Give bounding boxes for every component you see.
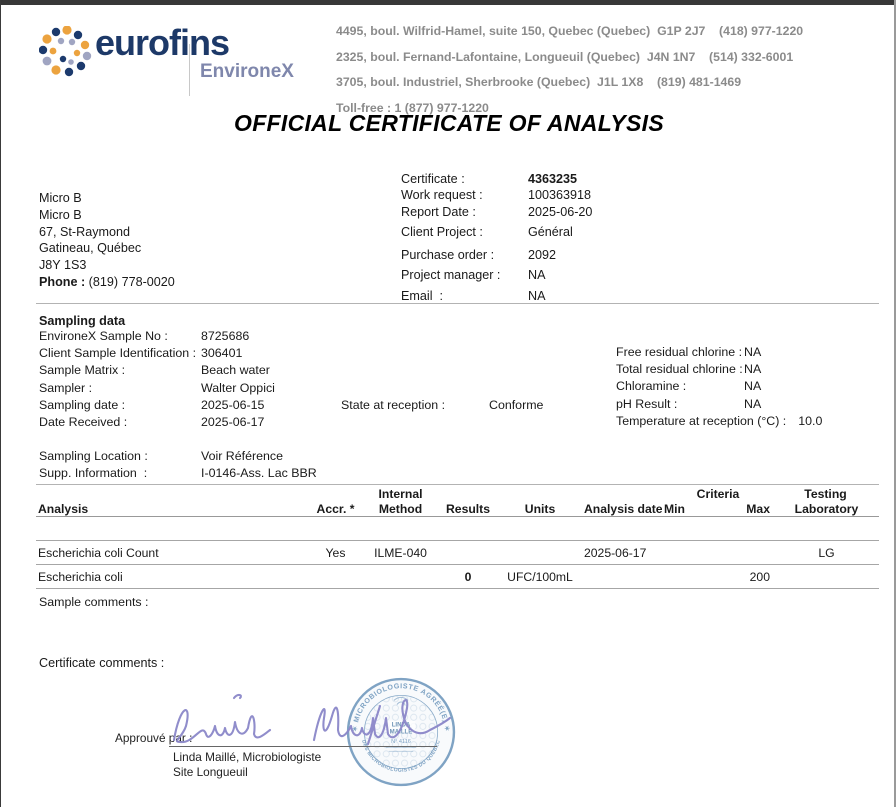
client-address-block: Micro B Micro B 67, St-Raymond Gatineau,… bbox=[39, 190, 175, 291]
page-top-border bbox=[1, 0, 896, 5]
sampling-row: Sampling date :2025-06-15 bbox=[39, 398, 275, 415]
sampling-row: Date Received :2025-06-17 bbox=[39, 415, 275, 432]
cell-analysis: Escherichia coli Count bbox=[36, 541, 308, 565]
sub-brand-wordmark: EnvironeX bbox=[200, 61, 294, 83]
cell-laboratory: LG bbox=[774, 541, 879, 565]
col-header-units: Units bbox=[498, 501, 582, 517]
col-header-analysis: Analysis bbox=[36, 501, 308, 517]
col-header-accr: Accr. * bbox=[308, 501, 363, 517]
table-header-top-row: Internal Criteria Testing bbox=[36, 487, 879, 501]
col-header-criteria: Criteria bbox=[662, 487, 774, 501]
certificate-info-block: Certificate :4363235 Work request :10036… bbox=[401, 171, 592, 304]
sampling-left-column: EnvironeX Sample No :8725686 Client Samp… bbox=[39, 329, 275, 432]
document-title: OFFICIAL CERTIFICATE OF ANALYSIS bbox=[1, 110, 896, 137]
lab-address-line: 2325, boul. Fernand-Lafontaine, Longueui… bbox=[336, 45, 803, 71]
sampling-row: EnvironeX Sample No :8725686 bbox=[39, 329, 275, 346]
lab-address-block: 4495, boul. Wilfrid-Hamel, suite 150, Qu… bbox=[336, 19, 803, 121]
signer-site: Site Longueuil bbox=[173, 765, 248, 779]
sampling-row: Client Sample Identification :306401 bbox=[39, 346, 275, 363]
cell-min bbox=[662, 565, 704, 589]
analysis-results-table: Internal Criteria Testing Analysis Accr.… bbox=[36, 487, 879, 589]
table-spacer-row bbox=[36, 517, 879, 541]
col-header-analysis-date: Analysis date bbox=[582, 501, 662, 517]
sampling-row: Temperature at reception (°C) :10.0 bbox=[616, 414, 822, 431]
sample-comments-label: Sample comments : bbox=[39, 595, 149, 609]
section-divider bbox=[36, 303, 879, 304]
certificate-comments-label: Certificate comments : bbox=[39, 656, 164, 670]
cell-units: UFC/100mL bbox=[498, 565, 582, 589]
lab-address-line: 4495, boul. Wilfrid-Hamel, suite 150, Qu… bbox=[336, 19, 803, 45]
cell-method bbox=[363, 565, 438, 589]
cell-method: ILME-040 bbox=[363, 541, 438, 565]
cert-info-row: Certificate :4363235 bbox=[401, 171, 592, 187]
sampling-row: Total residual chlorine :NA bbox=[616, 362, 822, 379]
table-header-row: Analysis Accr. * Method Results Units An… bbox=[36, 501, 879, 517]
client-line: Gatineau, Québec bbox=[39, 240, 175, 257]
sampling-row: Sampler :Walter Oppici bbox=[39, 381, 275, 398]
brand-wordmark: eurofins bbox=[95, 22, 229, 64]
col-header-method: Method bbox=[363, 501, 438, 517]
col-header-min: Min bbox=[662, 501, 704, 517]
cell-results: 0 bbox=[438, 565, 498, 589]
table-row: Escherichia coli Count Yes ILME-040 2025… bbox=[36, 541, 879, 565]
cell-units bbox=[498, 541, 582, 565]
sampling-section-title: Sampling data bbox=[39, 314, 125, 328]
section-divider bbox=[36, 484, 879, 485]
col-header-testing: Testing bbox=[774, 487, 879, 501]
col-header-results: Results bbox=[438, 501, 498, 517]
cell-results bbox=[438, 541, 498, 565]
cell-max: 200 bbox=[704, 565, 774, 589]
cert-info-row: Purchase order :2092 bbox=[401, 247, 592, 263]
client-line: J8Y 1S3 bbox=[39, 257, 175, 274]
cell-analysis-date bbox=[582, 565, 662, 589]
cell-laboratory bbox=[774, 565, 879, 589]
sampling-right-column: Free residual chlorine :NA Total residua… bbox=[616, 345, 822, 431]
client-line: Micro B bbox=[39, 207, 175, 224]
cell-analysis: Escherichia coli bbox=[36, 565, 308, 589]
client-line: Micro B bbox=[39, 190, 175, 207]
col-header-internal: Internal bbox=[363, 487, 438, 501]
certificate-page: eurofins EnvironeX 4495, boul. Wilfrid-H… bbox=[0, 0, 896, 807]
cert-info-row: Client Project :Général bbox=[401, 224, 592, 240]
sampling-location-row: Sampling Location :Voir Référence bbox=[39, 449, 317, 466]
eurofins-logo-dots-icon bbox=[39, 26, 93, 80]
state-at-reception-label: State at reception : bbox=[341, 398, 445, 412]
table-row: Escherichia coli 0 UFC/100mL 200 bbox=[36, 565, 879, 589]
cert-info-row: Project manager :NA bbox=[401, 267, 592, 283]
cell-min bbox=[662, 541, 704, 565]
sampling-row: pH Result :NA bbox=[616, 397, 822, 414]
cert-info-row: Report Date :2025-06-20 bbox=[401, 204, 592, 220]
supp-information-row: Supp. Information :I-0146-Ass. Lac BBR bbox=[39, 466, 317, 483]
state-at-reception-value: Conforme bbox=[489, 398, 543, 412]
cell-accr bbox=[308, 565, 363, 589]
client-line: 67, St-Raymond bbox=[39, 224, 175, 241]
cert-info-row: Email :NA bbox=[401, 288, 592, 304]
cert-info-row: Work request :100363918 bbox=[401, 187, 592, 203]
brand-divider bbox=[189, 44, 190, 96]
signer-name-title: Linda Maillé, Microbiologiste bbox=[173, 750, 321, 764]
sampling-row: Chloramine :NA bbox=[616, 379, 822, 396]
cell-analysis-date: 2025-06-17 bbox=[582, 541, 662, 565]
col-header-max: Max bbox=[704, 501, 774, 517]
client-phone: Phone : (819) 778-0020 bbox=[39, 274, 175, 291]
cell-max bbox=[704, 541, 774, 565]
sampling-location-block: Sampling Location :Voir Référence Supp. … bbox=[39, 449, 317, 482]
cell-accr: Yes bbox=[308, 541, 363, 565]
lab-address-line: 3705, boul. Industriel, Sherbrooke (Queb… bbox=[336, 70, 803, 96]
sampling-row: Free residual chlorine :NA bbox=[616, 345, 822, 362]
col-header-laboratory: Laboratory bbox=[774, 501, 879, 517]
sampling-row: Sample Matrix :Beach water bbox=[39, 363, 275, 380]
